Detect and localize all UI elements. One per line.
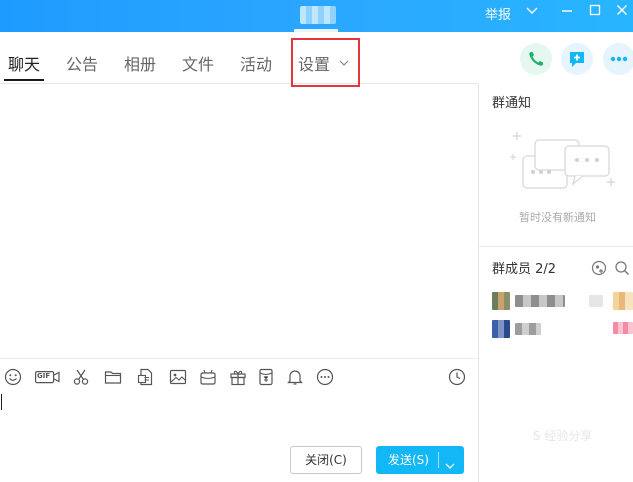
tab-announcement[interactable]: 公告 xyxy=(66,51,98,75)
tab-bar: 聊天 公告 相册 文件 活动 设置 xyxy=(0,32,478,87)
title-bar: 举报 xyxy=(0,0,633,32)
right-panel: 群通知 暂时没有新通知 群成员 2/2 xyxy=(478,84,633,482)
history-clock-icon[interactable] xyxy=(448,368,466,386)
search-icon[interactable] xyxy=(614,260,630,276)
gif-icon[interactable]: GIF xyxy=(35,368,61,386)
avatar[interactable] xyxy=(492,292,510,310)
emoji-icon[interactable] xyxy=(4,368,22,386)
more-options-icon[interactable] xyxy=(316,368,334,386)
voice-call-button[interactable] xyxy=(520,43,552,75)
active-tab-indicator xyxy=(4,79,44,81)
more-button[interactable] xyxy=(603,43,633,75)
gift-icon[interactable] xyxy=(229,368,247,386)
notice-title: 群通知 xyxy=(492,96,532,111)
watermark: S 经验分享 xyxy=(533,429,593,443)
member-name-blurred[interactable] xyxy=(515,295,565,307)
gif-label: GIF xyxy=(37,372,51,380)
input-toolbar: GIF xyxy=(0,358,478,394)
group-chat-window: 举报 聊天 公告 相册 文件 活动 设置 群通知 暂时没有新通知 群成员 2/2… xyxy=(0,0,633,482)
message-area[interactable] xyxy=(0,84,478,358)
tab-files[interactable]: 文件 xyxy=(182,51,214,75)
send-button-label: 发送(S) xyxy=(388,453,429,467)
close-window-icon[interactable] xyxy=(611,3,633,23)
notice-empty-text: 暂时没有新通知 xyxy=(519,211,596,224)
member-name-blurred[interactable] xyxy=(515,323,541,335)
maximize-icon[interactable] xyxy=(584,3,606,23)
expand-chevron-icon[interactable] xyxy=(521,3,543,23)
screenshot-doc-icon[interactable] xyxy=(137,368,155,386)
red-envelope-icon[interactable] xyxy=(257,368,275,386)
send-button[interactable]: 发送(S) xyxy=(376,446,464,474)
more-dots-icon xyxy=(610,56,628,62)
add-message-icon xyxy=(570,52,584,67)
red-packet-icon[interactable] xyxy=(199,368,217,386)
empty-notice-illustration-icon xyxy=(510,132,615,189)
avatar[interactable] xyxy=(492,320,510,338)
minimize-icon[interactable] xyxy=(556,3,578,23)
member-badge xyxy=(613,292,633,310)
member-badge xyxy=(613,322,633,334)
image-icon[interactable] xyxy=(169,368,187,386)
tab-chat[interactable]: 聊天 xyxy=(8,51,40,75)
group-name-blurred xyxy=(300,6,336,24)
bell-icon[interactable] xyxy=(286,368,304,386)
scissors-icon[interactable] xyxy=(72,368,90,386)
chevron-down-icon[interactable] xyxy=(444,454,456,469)
add-app-button[interactable] xyxy=(561,43,593,75)
invite-member-icon[interactable] xyxy=(591,260,607,276)
tab-activity[interactable]: 活动 xyxy=(240,51,272,75)
close-button[interactable]: 关闭(C) xyxy=(290,446,362,474)
phone-icon xyxy=(529,52,543,66)
send-divider xyxy=(438,452,439,468)
member-tag-blurred xyxy=(589,295,603,307)
message-input[interactable] xyxy=(0,394,478,438)
tab-album[interactable]: 相册 xyxy=(124,51,156,75)
folder-icon[interactable] xyxy=(104,368,122,386)
report-button[interactable]: 举报 xyxy=(485,4,511,23)
highlight-box xyxy=(291,38,360,87)
panel-divider xyxy=(479,246,633,247)
members-title: 群成员 2/2 xyxy=(492,262,557,277)
